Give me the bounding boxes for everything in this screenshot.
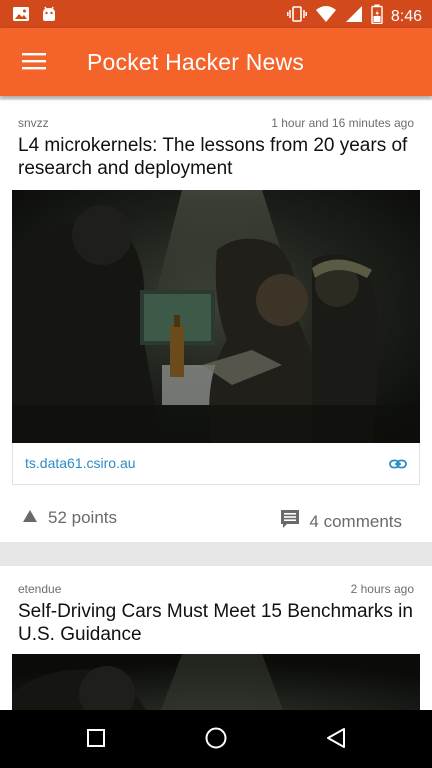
- app-title: Pocket Hacker News: [87, 49, 305, 75]
- story-author[interactable]: etendue: [18, 582, 61, 596]
- story-author[interactable]: snvzz: [18, 116, 49, 130]
- android-icon: [40, 5, 58, 28]
- signal-icon: [345, 5, 363, 28]
- story-meta: snvzz 1 hour and 16 minutes ago: [18, 116, 414, 132]
- system-nav-bar: [0, 710, 432, 768]
- battery-icon: [371, 4, 383, 29]
- recents-square-icon: [86, 728, 106, 753]
- recents-button[interactable]: [83, 727, 109, 753]
- story-domain[interactable]: ts.data61.csiro.au: [25, 455, 136, 471]
- upvote-triangle-icon: [22, 508, 38, 528]
- points-count: 52 points: [48, 508, 117, 527]
- comments-button[interactable]: 4 comments: [279, 508, 402, 535]
- story-title[interactable]: L4 microkernels: The lessons from 20 yea…: [18, 134, 418, 180]
- image-icon: [12, 5, 30, 28]
- comments-count: 4 comments: [309, 511, 402, 531]
- story-image[interactable]: [12, 654, 420, 710]
- upvote-button[interactable]: 52 points: [22, 508, 117, 528]
- story-actions: 52 points 4 comments: [0, 500, 432, 536]
- app-bar: Pocket Hacker News: [0, 28, 432, 96]
- link-icon[interactable]: [389, 455, 407, 478]
- back-button[interactable]: [323, 727, 349, 753]
- story-feed[interactable]: snvzz 1 hour and 16 minutes ago L4 micro…: [0, 96, 432, 710]
- back-triangle-icon: [325, 727, 347, 754]
- home-circle-icon: [204, 726, 228, 755]
- status-bar: 8:46: [0, 0, 432, 28]
- story-meta: etendue 2 hours ago: [18, 582, 414, 598]
- hamburger-menu-button[interactable]: [16, 48, 52, 78]
- comment-icon: [279, 508, 301, 535]
- story-link[interactable]: ts.data61.csiro.au: [12, 443, 420, 485]
- story-card[interactable]: etendue 2 hours ago Self-Driving Cars Mu…: [0, 566, 432, 710]
- vibrate-icon: [286, 5, 307, 28]
- story-time: 2 hours ago: [350, 582, 414, 596]
- hamburger-menu-icon: [22, 52, 46, 75]
- wifi-icon: [315, 5, 337, 28]
- story-title[interactable]: Self-Driving Cars Must Meet 15 Benchmark…: [18, 600, 418, 646]
- story-time: 1 hour and 16 minutes ago: [271, 116, 414, 130]
- story-image[interactable]: [12, 190, 420, 443]
- clock-time: 8:46: [390, 7, 422, 25]
- home-button[interactable]: [203, 727, 229, 753]
- story-card[interactable]: snvzz 1 hour and 16 minutes ago L4 micro…: [0, 100, 432, 542]
